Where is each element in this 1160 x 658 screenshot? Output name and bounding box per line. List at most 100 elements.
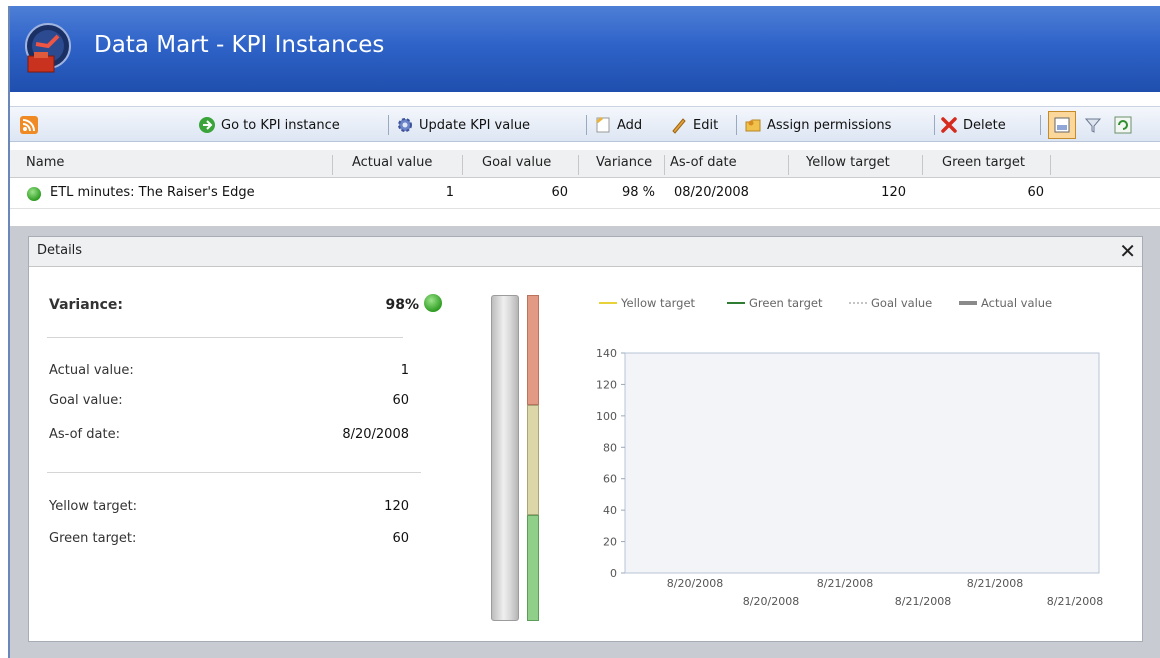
chart-plot-area [624,352,1100,574]
x-tick-label: 8/20/2008 [667,577,723,590]
y-tick-label: 40 [603,504,617,517]
x-tick-label: 8/21/2008 [817,577,873,590]
x-tick-label: 8/21/2008 [967,577,1023,590]
column-separator [788,155,789,175]
column-goal-value[interactable]: Goal value [482,155,551,170]
delete-button[interactable]: Delete [940,113,1006,137]
divider [47,337,403,338]
kpi-gauge-tube [491,295,519,621]
column-yellow-target[interactable]: Yellow target [806,155,890,170]
row-goal-value: 60 [551,185,568,200]
column-separator [578,155,579,175]
details-panel: Details ✕ Variance: 98% Actual value: 1 … [28,236,1143,642]
x-tick-label: 8/21/2008 [895,595,951,608]
variance-status-icon [424,294,442,312]
row-name: ETL minutes: The Raiser's Edge [50,185,255,200]
refresh-button[interactable] [1114,113,1137,137]
green-target-label: Green target: [49,531,137,546]
toolbar-separator [388,115,389,135]
assign-permissions-label: Assign permissions [767,117,892,133]
kpi-window: Data Mart - KPI Instances Go to KPI inst… [8,6,1160,658]
yellow-target-label: Yellow target: [49,499,138,514]
go-to-kpi-label: Go to KPI instance [221,117,340,133]
gauge-yellow-zone [527,405,539,515]
goal-value-label: Goal value: [49,393,123,408]
y-tick-label: 100 [596,410,617,423]
y-tick-label: 0 [610,567,617,580]
goal-value-value: 60 [392,393,409,408]
actual-value-value: 1 [400,363,409,378]
variance-label: Variance: [49,297,124,313]
details-header: Details ✕ [29,237,1142,267]
yellow-target-value: 120 [384,499,409,514]
rss-icon [20,116,38,134]
green-target-value: 60 [392,531,409,546]
as-of-date-label: As-of date: [49,427,120,442]
x-tick-label: 8/21/2008 [1047,595,1103,608]
filter-button[interactable] [1084,113,1107,137]
rss-button[interactable] [20,113,43,137]
actual-value-label: Actual value: [49,363,134,378]
y-tick-label: 60 [603,473,617,486]
as-of-date-value: 8/20/2008 [342,427,409,442]
row-as-of-date: 08/20/2008 [674,185,749,200]
table-row[interactable]: ETL minutes: The Raiser's Edge 1 60 98 %… [10,179,1160,209]
go-to-kpi-button[interactable]: Go to KPI instance [198,113,340,137]
details-pane-toggle-button[interactable] [1048,111,1076,139]
update-kpi-button[interactable]: Update KPI value [396,113,530,137]
row-green-target: 60 [1027,185,1044,200]
gauge-red-zone [527,295,539,405]
gauge-green-zone [527,515,539,621]
column-separator [332,155,333,175]
column-separator [1050,155,1051,175]
delete-label: Delete [963,117,1006,133]
toolbar-separator [586,115,587,135]
column-separator [922,155,923,175]
refresh-icon [1114,116,1132,134]
update-kpi-label: Update KPI value [419,117,531,133]
add-label: Add [617,117,643,133]
key-folder-icon [745,119,761,132]
data-mart-logo-icon [25,23,71,73]
add-document-icon [596,116,610,133]
filter-funnel-icon [1084,118,1102,133]
column-actual-value[interactable]: Actual value [352,155,432,170]
page-title: Data Mart - KPI Instances [94,32,385,58]
delete-x-icon [941,117,957,133]
row-yellow-target: 120 [881,185,906,200]
gear-icon [398,118,412,132]
status-green-icon [27,187,41,201]
edit-button[interactable]: Edit [670,113,718,137]
y-tick-label: 80 [603,441,617,454]
column-separator [664,155,665,175]
column-separator [462,155,463,175]
column-variance[interactable]: Variance [596,155,652,170]
pencil-icon [672,118,686,134]
grid-header: Name Actual value Goal value Variance As… [10,150,1160,178]
toolbar-separator [934,115,935,135]
column-green-target[interactable]: Green target [942,155,1025,170]
legend-label: Actual value [981,296,1052,310]
go-arrow-icon [199,117,215,133]
legend-label: Yellow target [620,296,696,310]
x-tick-label: 8/20/2008 [743,595,799,608]
toolbar-separator [1040,115,1041,135]
kpi-trend-chart: Yellow target Green target Goal value Actua… [596,296,1103,608]
toolbar-separator [736,115,737,135]
edit-label: Edit [693,117,719,133]
column-name[interactable]: Name [26,155,64,170]
add-button[interactable]: Add [594,113,642,137]
legend-label: Green target [749,296,823,310]
y-tick-label: 140 [596,347,617,360]
y-tick-label: 120 [596,378,617,391]
column-as-of-date[interactable]: As-of date [670,155,737,170]
close-icon[interactable]: ✕ [1119,239,1136,263]
row-actual-value: 1 [445,185,454,200]
details-pane-icon [1054,117,1070,133]
title-bar: Data Mart - KPI Instances [10,6,1160,92]
toolbar: Go to KPI instance Update KPI value Add … [10,106,1160,142]
assign-permissions-button[interactable]: Assign permissions [744,113,891,137]
variance-value: 98% [385,297,419,313]
details-title: Details [37,243,83,258]
divider [47,472,421,473]
